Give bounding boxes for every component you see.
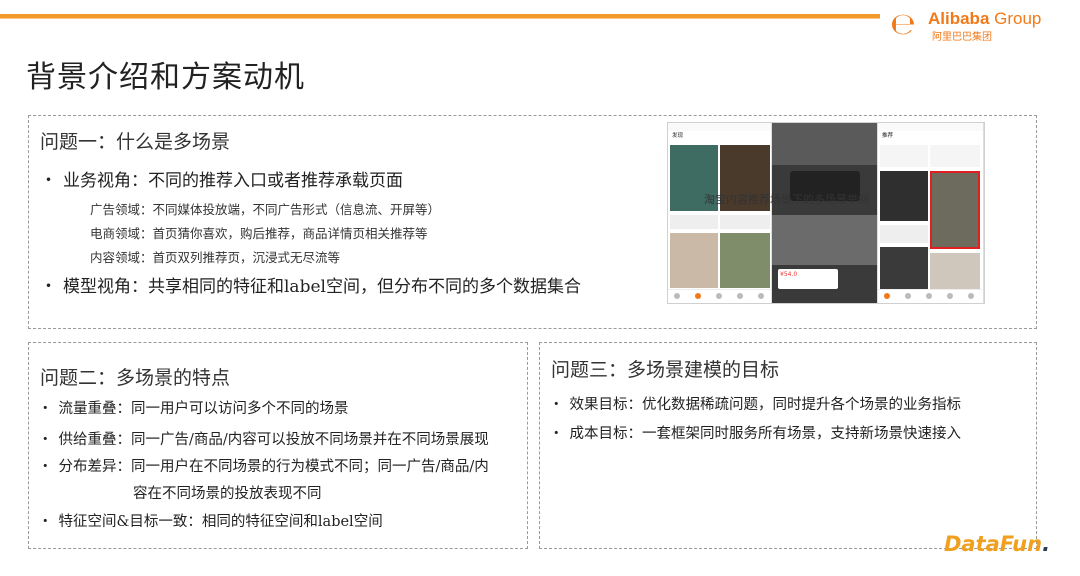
phone-tabbar bbox=[668, 289, 771, 303]
datafun-logo: DataFun. bbox=[944, 532, 1050, 556]
phone-screenshot-video: ¥54.0 bbox=[772, 123, 878, 303]
bullet-dot: ・ bbox=[38, 459, 53, 475]
bullet-dot: ・ bbox=[549, 426, 564, 442]
bullet-dot: ・ bbox=[40, 277, 57, 297]
feed-tile bbox=[930, 253, 980, 289]
panel1-bullet-model: ・模型视角：共享相同的特征和label空间，但分布不同的多个数据集合 bbox=[40, 272, 581, 297]
panel1-bullet-business: ・业务视角：不同的推荐入口或者推荐承载页面 bbox=[40, 166, 403, 191]
datafun-logo-dot: . bbox=[1042, 532, 1051, 556]
panel3-title: 问题三：多场景建模的目标 bbox=[551, 359, 780, 381]
image-caption: 淘宝内容推荐场景下的多场景举例 bbox=[704, 193, 869, 206]
bullet-dot: ・ bbox=[38, 514, 53, 530]
phone-screenshot-recommend: 推荐 bbox=[878, 123, 984, 303]
feed-tile bbox=[720, 233, 770, 288]
phone-screenshot-discover: 发现 bbox=[668, 123, 772, 303]
brand-group: Group bbox=[994, 9, 1042, 28]
panel3-bullet-cost: ・成本目标：一套框架同时服务所有场景，支持新场景快速接入 bbox=[549, 422, 961, 443]
panel2-bullet-feature: ・特征空间&目标一致：相同的特征空间和label空间 bbox=[38, 510, 383, 531]
product-card: ¥54.0 bbox=[778, 269, 838, 289]
panel2-bullet-supply: ・供给重叠：同一广告/商品/内容可以投放不同场景并在不同场景展现 bbox=[38, 428, 489, 449]
phone3-nav-title: 推荐 bbox=[882, 133, 894, 139]
phone-tabbar bbox=[878, 289, 983, 303]
panel2-bullet-distribution-cont: 容在不同场景的投放表现不同 bbox=[133, 486, 322, 502]
alibaba-e-icon: ℮ bbox=[890, 7, 916, 42]
highlighted-tile bbox=[930, 171, 980, 249]
datafun-logo-text: DataFun bbox=[944, 532, 1043, 556]
panel-multi-scenario-characteristics: 问题二：多场景的特点 ・流量重叠：同一用户可以访问多个不同的场景 ・供给重叠：同… bbox=[28, 342, 528, 549]
panel2-bullet-traffic: ・流量重叠：同一用户可以访问多个不同的场景 bbox=[38, 397, 349, 418]
panel2-title: 问题二：多场景的特点 bbox=[40, 367, 231, 389]
top-accent-bar-shadow bbox=[0, 18, 880, 19]
panel3-bullet-effect: ・效果目标：优化数据稀疏问题，同时提升各个场景的业务指标 bbox=[549, 393, 961, 414]
panel1-sub-ads: 广告领域：不同媒体投放端，不同广告形式（信息流、开屏等） bbox=[90, 202, 441, 217]
panel1-sub-ecommerce: 电商领域：首页猜你喜欢，购后推荐，商品详情页相关推荐等 bbox=[90, 226, 428, 241]
taobao-screenshots-image: 发现 ¥54.0 推荐 bbox=[667, 122, 985, 304]
panel-multi-scenario-definition: 问题一：什么是多场景 ・业务视角：不同的推荐入口或者推荐承载页面 广告领域：不同… bbox=[28, 115, 1037, 329]
brand-cn-name: 阿里巴巴集团 bbox=[932, 32, 992, 43]
feed-tile bbox=[880, 247, 928, 289]
page-title: 背景介绍和方案动机 bbox=[26, 60, 305, 95]
phone1-nav-title: 发现 bbox=[672, 133, 684, 139]
panel2-bullet-distribution: ・分布差异：同一用户在不同场景的行为模式不同；同一广告/商品/内 bbox=[38, 455, 489, 476]
brand-name: Alibaba bbox=[928, 9, 990, 28]
feed-tile bbox=[880, 171, 928, 221]
bullet-dot: ・ bbox=[549, 397, 564, 413]
panel-multi-scenario-goals: 问题三：多场景建模的目标 ・效果目标：优化数据稀疏问题，同时提升各个场景的业务指… bbox=[539, 342, 1037, 549]
product-price: ¥54.0 bbox=[780, 271, 798, 278]
bullet-dot: ・ bbox=[40, 171, 57, 191]
panel1-title: 问题一：什么是多场景 bbox=[40, 131, 231, 153]
bullet-dot: ・ bbox=[38, 432, 53, 448]
feed-tile bbox=[670, 233, 718, 288]
bullet-dot: ・ bbox=[38, 401, 53, 417]
alibaba-group-logo: ℮ Alibaba Group 阿里巴巴集团 bbox=[890, 7, 1066, 44]
panel1-sub-content: 内容领域：首页双列推荐页，沉浸式无尽流等 bbox=[90, 250, 341, 265]
